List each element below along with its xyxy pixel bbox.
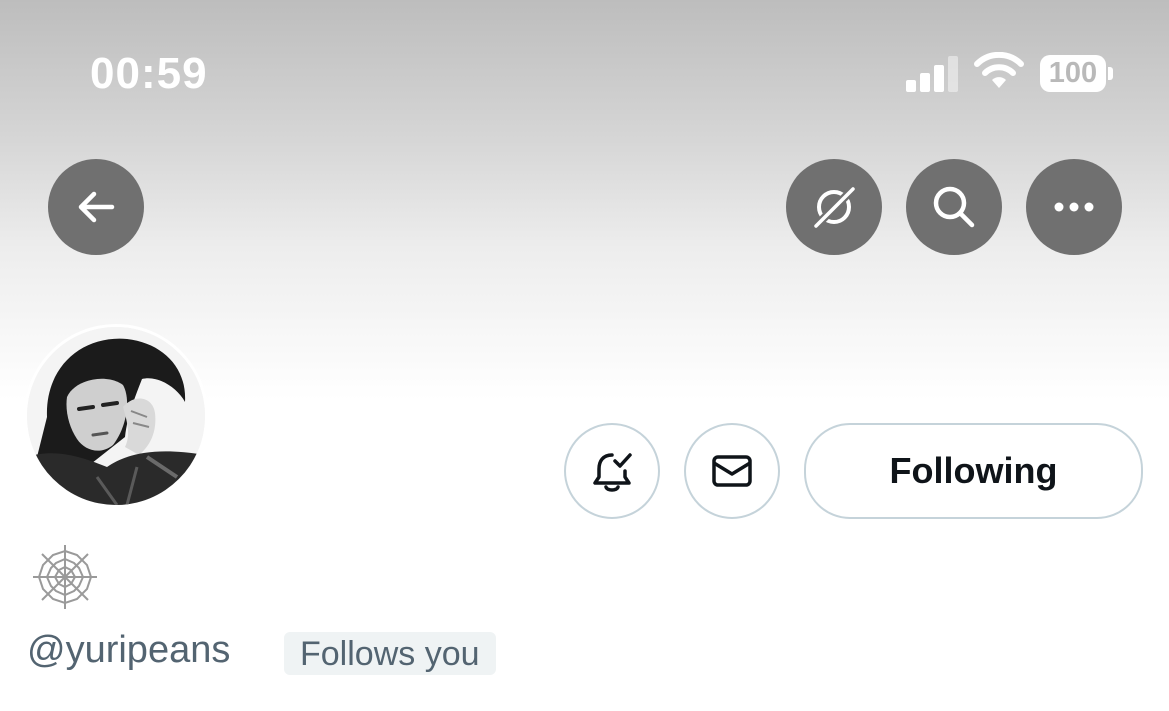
- envelope-icon: [712, 455, 752, 487]
- bell-check-icon: [593, 453, 632, 492]
- profile-handle: @yuripeans: [27, 629, 231, 671]
- more-options-button[interactable]: [1026, 159, 1122, 255]
- wifi-icon: [974, 52, 1024, 88]
- message-button[interactable]: [684, 423, 780, 519]
- back-button[interactable]: [48, 159, 144, 255]
- spider-web-emoji: [33, 545, 97, 609]
- arrow-left-icon: [78, 191, 115, 223]
- battery-indicator: 100: [1040, 55, 1106, 92]
- avatar-photo: [27, 327, 205, 505]
- battery-level: 100: [1048, 57, 1098, 89]
- slashed-circle-icon: [812, 185, 857, 230]
- cellular-signal-icon: [906, 56, 960, 92]
- more-horizontal-icon: [1054, 202, 1094, 212]
- search-button[interactable]: [906, 159, 1002, 255]
- notifications-button[interactable]: [564, 423, 660, 519]
- status-time: 00:59: [90, 49, 208, 98]
- follows-you-badge: Follows you: [284, 632, 496, 675]
- battery-nub: [1108, 67, 1113, 80]
- search-icon: [933, 186, 975, 228]
- following-button[interactable]: Following: [804, 423, 1143, 519]
- grok-button[interactable]: [786, 159, 882, 255]
- avatar[interactable]: [27, 327, 205, 505]
